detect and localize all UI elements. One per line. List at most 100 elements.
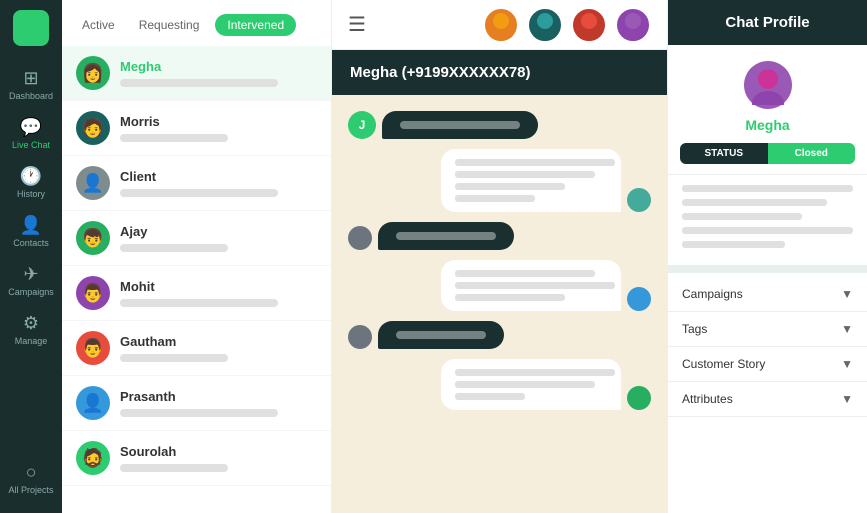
chat-info: Mohit xyxy=(120,279,317,307)
chevron-down-icon: ▼ xyxy=(841,357,853,371)
avatar: 👨 xyxy=(76,276,110,310)
tab-intervened[interactable]: Intervened xyxy=(215,14,296,36)
chat-preview xyxy=(120,189,278,197)
contact-name: Client xyxy=(120,169,317,184)
chat-info: Sourolah xyxy=(120,444,317,472)
contacts-icon: 👤 xyxy=(20,215,42,236)
accordion-tags-header[interactable]: Tags ▼ xyxy=(668,312,867,346)
msg-line xyxy=(455,159,615,166)
chat-messages: J xyxy=(332,95,667,513)
dashboard-icon: ⊞ xyxy=(23,68,38,89)
sidebar-item-contacts[interactable]: 👤 Contacts xyxy=(0,207,62,256)
chat-preview xyxy=(120,244,228,252)
chevron-down-icon: ▼ xyxy=(841,287,853,301)
contact-name: Megha xyxy=(120,59,317,74)
accordion-customer-story: Customer Story ▼ xyxy=(668,347,867,382)
message-bubble-dark xyxy=(378,222,514,250)
accordion-attributes-label: Attributes xyxy=(682,392,733,406)
accordion-campaigns: Campaigns ▼ xyxy=(668,277,867,312)
tab-requesting[interactable]: Requesting xyxy=(131,14,208,36)
status-closed[interactable]: Closed xyxy=(768,143,856,164)
info-line xyxy=(682,213,802,220)
accordion-customer-story-header[interactable]: Customer Story ▼ xyxy=(668,347,867,381)
sidebar-item-live-chat[interactable]: 💬 Live Chat xyxy=(0,109,62,158)
msg-line xyxy=(455,195,535,202)
message-row: J xyxy=(348,111,538,139)
list-item[interactable]: 🧔 Sourolah xyxy=(62,431,331,486)
sidebar-item-dashboard[interactable]: ⊞ Dashboard xyxy=(0,60,62,109)
contact-name: Ajay xyxy=(120,224,317,239)
sender-avatar: J xyxy=(348,111,376,139)
top-bar: ☰ xyxy=(332,0,667,50)
list-item[interactable]: 👦 Ajay xyxy=(62,211,331,266)
profile-info xyxy=(668,175,867,265)
avatar: 🧔 xyxy=(76,441,110,475)
message-row xyxy=(348,222,514,250)
accordion-attributes-header[interactable]: Attributes ▼ xyxy=(668,382,867,416)
hamburger-icon[interactable]: ☰ xyxy=(348,12,366,37)
profile-section: Megha STATUS Closed xyxy=(668,45,867,175)
avatar: 👩 xyxy=(76,56,110,90)
list-item[interactable]: 👨 Mohit xyxy=(62,266,331,321)
sidebar-item-all-projects[interactable]: ○ All Projects xyxy=(0,454,62,503)
avatar: 👦 xyxy=(76,221,110,255)
sidebar-item-label: Live Chat xyxy=(12,140,50,150)
message-bubble-light xyxy=(441,359,621,410)
list-item[interactable]: 👤 Prasanth xyxy=(62,376,331,431)
accordion-customer-story-label: Customer Story xyxy=(682,357,765,371)
info-line xyxy=(682,185,853,192)
list-item[interactable]: 👤 Client xyxy=(62,156,331,211)
chat-info: Morris xyxy=(120,114,317,142)
list-item[interactable]: 👩 Megha xyxy=(62,46,331,101)
chat-list-tabs: Active Requesting Intervened xyxy=(62,0,331,46)
info-line xyxy=(682,227,853,234)
chat-main: Megha (+9199XXXXXX78) J xyxy=(332,50,667,513)
contact-name: Mohit xyxy=(120,279,317,294)
chevron-down-icon: ▼ xyxy=(841,392,853,406)
contact-name: Gautham xyxy=(120,334,317,349)
manage-icon: ⚙ xyxy=(23,313,39,334)
list-item[interactable]: 👨 Gautham xyxy=(62,321,331,376)
sidebar-item-label: All Projects xyxy=(8,485,53,495)
history-icon: 🕐 xyxy=(20,166,42,187)
chat-info: Gautham xyxy=(120,334,317,362)
top-avatar-3 xyxy=(571,7,607,43)
receiver-avatar-3 xyxy=(627,386,651,410)
accordion-campaigns-header[interactable]: Campaigns ▼ xyxy=(668,277,867,311)
chat-title: Megha (+9199XXXXXX78) xyxy=(350,64,531,81)
sidebar-item-history[interactable]: 🕐 History xyxy=(0,158,62,207)
contact-name: Prasanth xyxy=(120,389,317,404)
info-line xyxy=(682,241,785,248)
list-item[interactable]: 🧑 Morris xyxy=(62,101,331,156)
message-row xyxy=(441,359,651,410)
sidebar-item-campaigns[interactable]: ✈ Campaigns xyxy=(0,256,62,305)
message-bubble-dark xyxy=(378,321,504,349)
chat-preview xyxy=(120,299,278,307)
accordion-tags-label: Tags xyxy=(682,322,707,336)
sidebar-item-manage[interactable]: ⚙ Manage xyxy=(0,305,62,354)
msg-line xyxy=(455,282,615,289)
avatar: 👤 xyxy=(76,386,110,420)
sidebar-logo xyxy=(13,10,49,46)
accordion-campaigns-label: Campaigns xyxy=(682,287,743,301)
accordion-tags: Tags ▼ xyxy=(668,312,867,347)
top-avatar-2 xyxy=(527,7,563,43)
chat-info: Prasanth xyxy=(120,389,317,417)
profile-avatar xyxy=(744,61,792,109)
status-label: STATUS xyxy=(680,143,768,164)
message-bubble-light xyxy=(441,149,621,212)
message-bubble-light xyxy=(441,260,621,311)
message-lines xyxy=(455,369,607,400)
msg-line xyxy=(455,393,525,400)
live-chat-icon: 💬 xyxy=(20,117,42,138)
top-avatar-4 xyxy=(615,7,651,43)
message-lines xyxy=(455,270,607,301)
sidebar-item-label: Manage xyxy=(15,336,48,346)
all-projects-icon: ○ xyxy=(26,462,37,483)
tab-active[interactable]: Active xyxy=(74,14,123,36)
avatar: 🧑 xyxy=(76,111,110,145)
accordion-attributes: Attributes ▼ xyxy=(668,382,867,417)
sidebar-item-label: Campaigns xyxy=(8,287,54,297)
chat-header: Megha (+9199XXXXXX78) xyxy=(332,50,667,95)
sidebar-item-label: Contacts xyxy=(13,238,49,248)
